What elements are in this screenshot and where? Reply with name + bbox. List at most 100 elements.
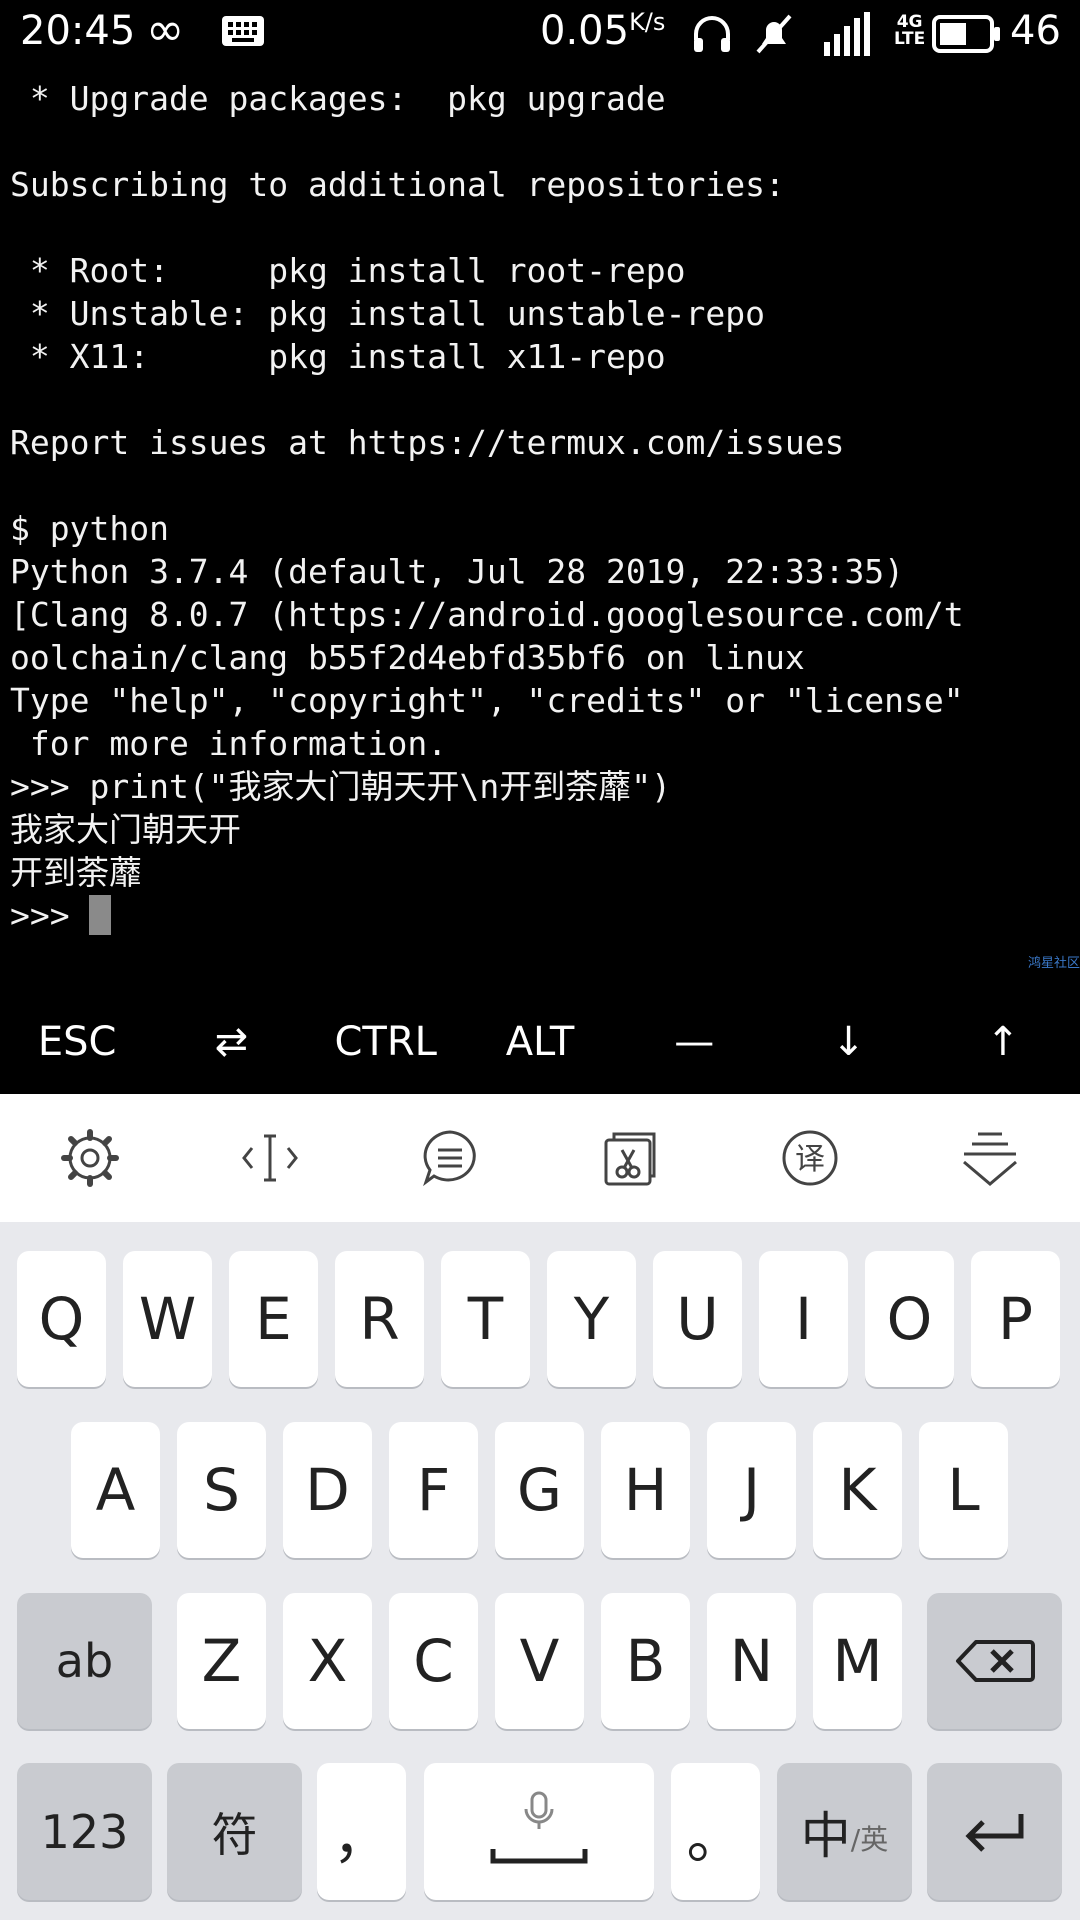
key-b[interactable]: B bbox=[601, 1593, 690, 1729]
network-type-icon: 4G LTE bbox=[894, 14, 925, 48]
gear-icon bbox=[61, 1129, 119, 1187]
terminal-line: * X11: pkg install x11-repo bbox=[10, 337, 666, 376]
key-p[interactable]: P bbox=[971, 1251, 1060, 1387]
period-key[interactable]: 。 bbox=[671, 1763, 760, 1900]
key-x[interactable]: X bbox=[283, 1593, 372, 1729]
key-d[interactable]: D bbox=[283, 1422, 372, 1558]
dash-key[interactable]: — bbox=[617, 990, 771, 1094]
terminal-line: * Root: pkg install root-repo bbox=[10, 251, 686, 290]
watermark: 鸿星社区 bbox=[1027, 956, 1080, 971]
key-v[interactable]: V bbox=[495, 1593, 584, 1729]
terminal-prompt-line[interactable]: >>> bbox=[10, 894, 1080, 937]
key-u[interactable]: U bbox=[653, 1251, 742, 1387]
ctrl-key[interactable]: CTRL bbox=[309, 990, 463, 1094]
status-bar: 20:45 ∞ 0.05K/s 4G LTE 46 bbox=[0, 0, 1080, 68]
terminal-line: * Upgrade packages: pkg upgrade bbox=[10, 79, 666, 118]
status-time: 20:45 bbox=[20, 8, 136, 54]
alt-key[interactable]: ALT bbox=[463, 990, 617, 1094]
key-s[interactable]: S bbox=[177, 1422, 266, 1558]
mute-bell-icon bbox=[756, 14, 792, 54]
terminal-line: 开到荼蘼 bbox=[10, 853, 142, 892]
network-sub: LTE bbox=[894, 29, 926, 49]
translate-button[interactable]: 译 bbox=[765, 1113, 855, 1203]
terminal-output[interactable]: * Upgrade packages: pkg upgrade Subscrib… bbox=[10, 77, 1080, 957]
cursor-move-icon bbox=[242, 1134, 298, 1182]
language-sub-label: /英 bbox=[850, 1822, 889, 1856]
key-m[interactable]: M bbox=[813, 1593, 902, 1729]
enter-icon bbox=[964, 1813, 1023, 1852]
shift-ab-key[interactable]: ab bbox=[17, 1593, 152, 1729]
key-j[interactable]: J bbox=[707, 1422, 796, 1558]
space-key[interactable] bbox=[424, 1763, 654, 1900]
headphones-icon bbox=[694, 16, 730, 52]
collapse-keyboard-icon bbox=[963, 1132, 1017, 1186]
language-label: 中 bbox=[800, 1806, 851, 1865]
symbols-key[interactable]: 符 bbox=[167, 1763, 302, 1900]
terminal-line: Python 3.7.4 (default, Jul 28 2019, 22:3… bbox=[10, 552, 905, 591]
terminal-line: Subscribing to additional repositories: bbox=[10, 165, 785, 204]
key-y[interactable]: Y bbox=[547, 1251, 636, 1387]
battery-icon bbox=[932, 15, 1000, 53]
space-bar-icon bbox=[490, 1791, 588, 1863]
key-e[interactable]: E bbox=[229, 1251, 318, 1387]
key-f[interactable]: F bbox=[389, 1422, 478, 1558]
numbers-key[interactable]: 123 bbox=[17, 1763, 152, 1900]
key-a[interactable]: A bbox=[71, 1422, 160, 1558]
terminal-line: Report issues at https://termux.com/issu… bbox=[10, 423, 845, 462]
extra-keys-row: ESC ⇄ CTRL ALT — ↓ ↑ bbox=[0, 990, 1080, 1094]
collapse-keyboard-button[interactable] bbox=[945, 1113, 1035, 1203]
ime-toolbar: 译 bbox=[0, 1094, 1080, 1223]
translate-icon: 译 bbox=[782, 1130, 838, 1186]
key-c[interactable]: C bbox=[389, 1593, 478, 1729]
terminal-line: 我家大门朝天开 bbox=[10, 810, 241, 849]
key-z[interactable]: Z bbox=[177, 1593, 266, 1729]
key-t[interactable]: T bbox=[441, 1251, 530, 1387]
network-speed-value: 0.05 bbox=[540, 8, 630, 54]
terminal-line: $ python bbox=[10, 509, 169, 548]
svg-text:译: 译 bbox=[795, 1142, 825, 1177]
phrases-button[interactable] bbox=[405, 1113, 495, 1203]
terminal-line: for more information. bbox=[10, 724, 448, 763]
signal-icon bbox=[824, 12, 870, 56]
terminal-line: * Unstable: pkg install unstable-repo bbox=[10, 294, 765, 333]
text-cursor bbox=[89, 895, 112, 935]
key-l[interactable]: L bbox=[919, 1422, 1008, 1558]
comma-key[interactable]: ， bbox=[317, 1763, 406, 1900]
terminal-line: oolchain/clang b55f2d4ebfd35bf6 on linux bbox=[10, 638, 805, 677]
python-prompt: >>> bbox=[10, 896, 90, 935]
esc-key[interactable]: ESC bbox=[0, 990, 154, 1094]
terminal-line: Type "help", "copyright", "credits" or "… bbox=[10, 681, 964, 720]
infinity-icon: ∞ bbox=[146, 2, 185, 56]
clipboard-button[interactable] bbox=[585, 1113, 675, 1203]
terminal-line: [Clang 8.0.7 (https://android.googlesour… bbox=[10, 595, 964, 634]
chat-bubble-icon bbox=[423, 1130, 476, 1187]
key-k[interactable]: K bbox=[813, 1422, 902, 1558]
backspace-key[interactable] bbox=[927, 1593, 1062, 1729]
language-switch-key[interactable]: 中/英 bbox=[777, 1763, 912, 1900]
arrow-up-key[interactable]: ↑ bbox=[926, 990, 1080, 1094]
key-n[interactable]: N bbox=[707, 1593, 796, 1729]
backspace-icon bbox=[955, 1640, 1035, 1682]
terminal-line: >>> print("我家大门朝天开\n开到荼蘼") bbox=[10, 767, 672, 806]
enter-key[interactable] bbox=[927, 1763, 1062, 1900]
battery-percent: 46 bbox=[1010, 8, 1061, 54]
soft-keyboard: Q W E R T Y U I O P A S D F G H J K L ab… bbox=[0, 1222, 1080, 1920]
key-i[interactable]: I bbox=[759, 1251, 848, 1387]
network-speed: 0.05K/s bbox=[540, 8, 665, 54]
arrow-down-key[interactable]: ↓ bbox=[771, 990, 925, 1094]
key-g[interactable]: G bbox=[495, 1422, 584, 1558]
cursor-move-button[interactable] bbox=[225, 1113, 315, 1203]
key-o[interactable]: O bbox=[865, 1251, 954, 1387]
key-q[interactable]: Q bbox=[17, 1251, 106, 1387]
network-speed-unit: K/s bbox=[629, 8, 666, 36]
key-h[interactable]: H bbox=[601, 1422, 690, 1558]
settings-button[interactable] bbox=[45, 1113, 135, 1203]
key-w[interactable]: W bbox=[123, 1251, 212, 1387]
key-r[interactable]: R bbox=[335, 1251, 424, 1387]
keyboard-notification-icon bbox=[222, 16, 264, 46]
clipboard-scissors-icon bbox=[604, 1132, 656, 1186]
tab-key[interactable]: ⇄ bbox=[154, 990, 308, 1094]
